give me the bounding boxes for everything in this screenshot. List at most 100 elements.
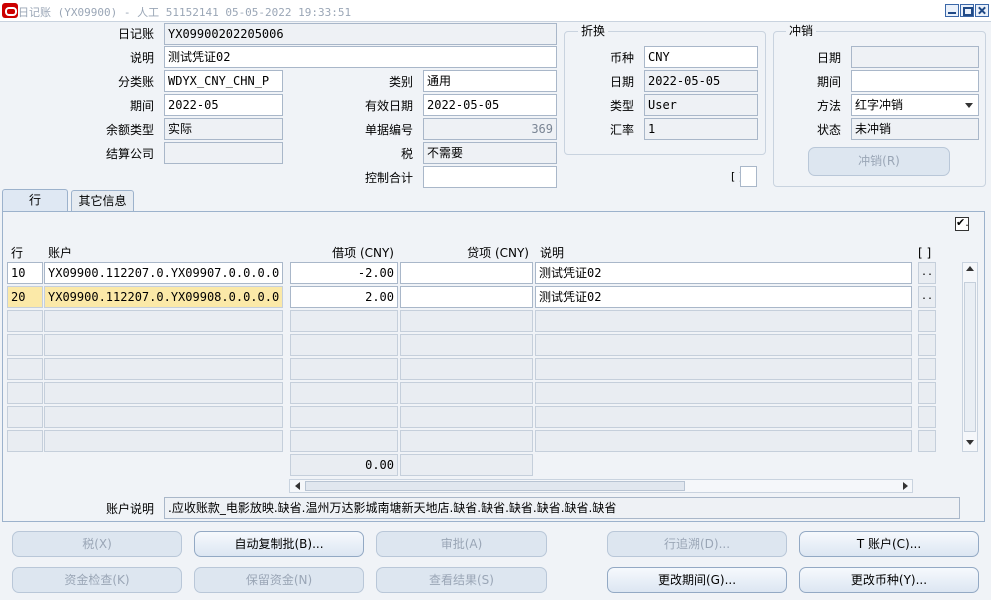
reverse-button[interactable]: 冲销(R) bbox=[808, 147, 950, 176]
empty-row[interactable] bbox=[7, 430, 43, 452]
empty-row[interactable] bbox=[400, 334, 533, 356]
change-currency-button[interactable]: 更改币种(Y)... bbox=[799, 567, 979, 593]
reversal-period-field[interactable] bbox=[851, 70, 979, 92]
empty-row[interactable] bbox=[535, 310, 912, 332]
empty-row[interactable] bbox=[7, 382, 43, 404]
row2-debit[interactable]: 2.00 bbox=[290, 286, 398, 308]
row2-more-button[interactable]: .. bbox=[918, 286, 936, 308]
auto-copy-batch-button[interactable]: 自动复制批(B)... bbox=[194, 531, 364, 557]
row2-credit[interactable] bbox=[400, 286, 533, 308]
empty-row[interactable] bbox=[918, 430, 936, 452]
empty-row[interactable] bbox=[918, 310, 936, 332]
empty-row[interactable] bbox=[44, 406, 283, 428]
effective-date-field[interactable]: 2022-05-05 bbox=[423, 94, 557, 116]
row2-account[interactable]: YX09900.112207.0.YX09908.0.0.0.0.0 bbox=[44, 286, 283, 308]
empty-row[interactable] bbox=[535, 382, 912, 404]
scroll-up-icon[interactable] bbox=[966, 266, 974, 271]
empty-row[interactable] bbox=[290, 334, 398, 356]
category-field[interactable]: 通用 bbox=[423, 70, 557, 92]
row1-description[interactable]: 测试凭证02 bbox=[535, 262, 912, 284]
empty-row[interactable] bbox=[290, 406, 398, 428]
conversion-type-field[interactable]: User bbox=[644, 94, 758, 116]
change-period-button[interactable]: 更改期间(G)... bbox=[607, 567, 787, 593]
empty-row[interactable] bbox=[7, 358, 43, 380]
empty-row[interactable] bbox=[290, 358, 398, 380]
clearing-company-field[interactable] bbox=[164, 142, 283, 164]
empty-row[interactable] bbox=[290, 382, 398, 404]
account-desc-field[interactable]: .应收账款_电影放映.缺省.温州万达影城南塘新天地店.缺省.缺省.缺省.缺省.缺… bbox=[164, 497, 960, 519]
reserve-funds-button[interactable]: 保留资金(N) bbox=[194, 567, 364, 593]
vertical-scroll-thumb[interactable] bbox=[964, 282, 976, 432]
tax-button[interactable]: 税(X) bbox=[12, 531, 182, 557]
rate-field[interactable]: 1 bbox=[644, 118, 758, 140]
empty-row[interactable] bbox=[535, 358, 912, 380]
journal-field[interactable]: YX09900202205006 bbox=[164, 23, 557, 45]
maximize-icon[interactable] bbox=[960, 4, 974, 17]
empty-row[interactable] bbox=[290, 430, 398, 452]
doc-number-field[interactable]: 369 bbox=[423, 118, 557, 140]
description-field[interactable]: 测试凭证02 bbox=[164, 46, 557, 68]
journal-label: 日记账 bbox=[117, 27, 154, 41]
period-field[interactable]: 2022-05 bbox=[164, 94, 283, 116]
minimize-icon[interactable] bbox=[945, 4, 959, 17]
row1-account[interactable]: YX09900.112207.0.YX09907.0.0.0.0.0 bbox=[44, 262, 283, 284]
funds-check-button[interactable]: 资金检查(K) bbox=[12, 567, 182, 593]
empty-row[interactable] bbox=[535, 406, 912, 428]
conversion-group-title: 折换 bbox=[578, 24, 609, 38]
empty-row[interactable] bbox=[44, 430, 283, 452]
empty-row[interactable] bbox=[918, 358, 936, 380]
row1-debit[interactable]: -2.00 bbox=[290, 262, 398, 284]
empty-row[interactable] bbox=[918, 382, 936, 404]
dff-field[interactable] bbox=[740, 166, 757, 187]
scroll-left-icon[interactable] bbox=[291, 480, 303, 492]
empty-row[interactable] bbox=[290, 310, 398, 332]
currency-field[interactable]: CNY bbox=[644, 46, 758, 68]
ledger-field[interactable]: WDYX_CNY_CHN_P bbox=[164, 70, 283, 92]
row1-credit[interactable] bbox=[400, 262, 533, 284]
empty-row[interactable] bbox=[44, 334, 283, 356]
conversion-date-field[interactable]: 2022-05-05 bbox=[644, 70, 758, 92]
scroll-right-icon[interactable] bbox=[899, 480, 911, 492]
oracle-logo-icon bbox=[2, 3, 18, 18]
empty-row[interactable] bbox=[7, 406, 43, 428]
view-results-button[interactable]: 查看结果(S) bbox=[376, 567, 547, 593]
reversal-status-field[interactable]: 未冲销 bbox=[851, 118, 979, 140]
ledger-label: 分类账 bbox=[117, 75, 154, 89]
row1-more-button[interactable]: .. bbox=[918, 262, 936, 284]
empty-row[interactable] bbox=[400, 358, 533, 380]
empty-row[interactable] bbox=[44, 310, 283, 332]
approve-button[interactable]: 审批(A) bbox=[376, 531, 547, 557]
empty-row[interactable] bbox=[44, 358, 283, 380]
balance-type-label: 余额类型 bbox=[105, 123, 154, 137]
row2-line[interactable]: 20 bbox=[7, 286, 43, 308]
close-icon[interactable] bbox=[975, 4, 989, 17]
empty-row[interactable] bbox=[400, 406, 533, 428]
horizontal-scroll-thumb[interactable] bbox=[305, 481, 685, 491]
reversal-date-label: 日期 bbox=[816, 51, 841, 65]
empty-row[interactable] bbox=[400, 310, 533, 332]
balance-type-field[interactable]: 实际 bbox=[164, 118, 283, 140]
empty-row[interactable] bbox=[7, 334, 43, 356]
reversal-date-field[interactable] bbox=[851, 46, 979, 68]
tab-other-info[interactable]: 其它信息 bbox=[71, 190, 134, 212]
empty-row[interactable] bbox=[535, 430, 912, 452]
col-description: 说明 bbox=[540, 246, 565, 260]
control-total-field[interactable] bbox=[423, 166, 557, 188]
row2-description[interactable]: 测试凭证02 bbox=[535, 286, 912, 308]
t-account-button[interactable]: T 账户(C)... bbox=[799, 531, 979, 557]
empty-row[interactable] bbox=[44, 382, 283, 404]
conversion-date-label: 日期 bbox=[609, 75, 634, 89]
reversal-method-select[interactable]: 红字冲销 bbox=[851, 94, 979, 116]
tax-field[interactable]: 不需要 bbox=[423, 142, 557, 164]
empty-row[interactable] bbox=[400, 430, 533, 452]
row1-line[interactable]: 10 bbox=[7, 262, 43, 284]
empty-row[interactable] bbox=[918, 334, 936, 356]
credit-total bbox=[400, 454, 533, 476]
empty-row[interactable] bbox=[400, 382, 533, 404]
empty-row[interactable] bbox=[918, 406, 936, 428]
tab-lines[interactable]: 行 bbox=[2, 189, 68, 211]
empty-row[interactable] bbox=[535, 334, 912, 356]
scroll-down-icon[interactable] bbox=[966, 440, 974, 445]
line-drilldown-button[interactable]: 行追溯(D)... bbox=[607, 531, 787, 557]
empty-row[interactable] bbox=[7, 310, 43, 332]
